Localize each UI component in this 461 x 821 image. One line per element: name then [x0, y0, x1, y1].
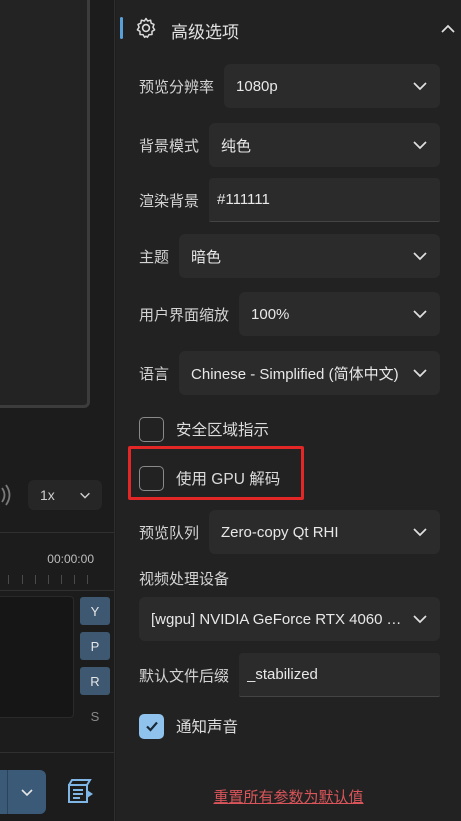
timeline-track[interactable] [0, 596, 74, 718]
notify-sound-checkbox[interactable] [139, 713, 164, 739]
channel-r-button[interactable]: R [80, 667, 110, 695]
playback-speed-select[interactable]: 1x [28, 480, 102, 510]
render-background-input[interactable]: #111111 [209, 178, 440, 222]
section-accent-bar [120, 17, 123, 39]
chevron-down-icon [413, 252, 427, 261]
preview-resolution-label: 预览分辨率 [139, 78, 215, 96]
volume-icon[interactable] [0, 482, 12, 508]
render-queue-icon[interactable] [66, 778, 94, 806]
chevron-down-icon [413, 615, 427, 624]
chevron-down-icon [413, 82, 427, 91]
background-mode-value: 纯色 [221, 137, 252, 155]
background-mode-row: 背景模式 纯色 [139, 123, 440, 167]
video-device-row: [wgpu] NVIDIA GeForce RTX 4060 Ti (Vulka… [139, 597, 440, 641]
file-suffix-row: 默认文件后缀 _stabilized [139, 653, 440, 697]
advanced-section-header[interactable]: 高级选项 [120, 16, 457, 42]
playback-speed-value: 1x [40, 487, 55, 503]
preview-pipeline-select[interactable]: Zero-copy Qt RHI [209, 510, 440, 554]
notify-sound-row[interactable]: 通知声音 [139, 713, 238, 739]
file-suffix-value: _stabilized [247, 666, 318, 683]
language-label: 语言 [139, 365, 170, 383]
chevron-down-icon [21, 789, 33, 797]
theme-value: 暗色 [191, 248, 222, 266]
safe-area-label: 安全区域指示 [176, 422, 270, 439]
section-title: 高级选项 [171, 23, 239, 42]
render-background-row: 渲染背景 #111111 [139, 178, 440, 222]
ui-scale-value: 100% [251, 305, 290, 323]
ui-scale-select[interactable]: 100% [239, 292, 440, 336]
ui-scale-row: 用户界面缩放 100% [139, 292, 440, 336]
preview-pipeline-row: 预览队列 Zero-copy Qt RHI [139, 510, 440, 554]
render-options-dropdown[interactable] [7, 770, 46, 814]
video-device-select[interactable]: [wgpu] NVIDIA GeForce RTX 4060 Ti (Vulka… [139, 597, 440, 641]
advanced-settings-panel: 高级选项 预览分辨率 1080p 背景模式 纯色 渲染背景 #111111 主题… [116, 0, 461, 821]
channel-y-button[interactable]: Y [80, 597, 110, 625]
timeline-ruler[interactable] [0, 575, 114, 585]
notify-sound-label: 通知声音 [176, 719, 239, 736]
render-background-value: #111111 [217, 191, 270, 208]
preview-pipeline-label: 预览队列 [139, 524, 200, 542]
language-select[interactable]: Chinese - Simplified (简体中文) [179, 351, 440, 395]
divider [0, 752, 114, 753]
chevron-down-icon [413, 528, 427, 537]
safe-area-row[interactable]: 安全区域指示 [139, 416, 269, 442]
ui-scale-label: 用户界面缩放 [139, 306, 230, 324]
background-mode-select[interactable]: 纯色 [209, 123, 440, 167]
gear-icon [136, 17, 156, 39]
chevron-down-icon [80, 492, 90, 499]
timeline-timecode: 00:00:00 [47, 552, 94, 566]
video-device-value: [wgpu] NVIDIA GeForce RTX 4060 Ti (Vulka… [151, 610, 440, 628]
channel-p-button[interactable]: P [80, 632, 110, 660]
safe-area-checkbox[interactable] [139, 416, 164, 442]
render-background-label: 渲染背景 [139, 192, 200, 210]
preview-resolution-row: 预览分辨率 1080p [139, 64, 440, 108]
background-mode-label: 背景模式 [139, 137, 200, 155]
file-suffix-input[interactable]: _stabilized [239, 653, 440, 697]
gpu-decode-checkbox[interactable] [139, 465, 164, 491]
left-panel: 1x 00:00:00 Y P R S [0, 0, 115, 821]
preview-resolution-select[interactable]: 1080p [224, 64, 440, 108]
theme-select[interactable]: 暗色 [179, 234, 440, 278]
gpu-decode-label: 使用 GPU 解码 [176, 471, 281, 488]
chevron-down-icon [413, 141, 427, 150]
file-suffix-label: 默认文件后缀 [139, 667, 230, 685]
divider [0, 590, 114, 591]
chevron-down-icon [413, 369, 427, 378]
video-preview[interactable] [0, 0, 90, 408]
preview-resolution-value: 1080p [236, 77, 278, 95]
channel-s-button[interactable]: S [80, 702, 110, 730]
gpu-decode-row[interactable]: 使用 GPU 解码 [139, 465, 280, 491]
reset-defaults-link[interactable]: 重置所有参数为默认值 [116, 786, 461, 807]
checkmark-icon [145, 721, 158, 732]
preview-pipeline-value: Zero-copy Qt RHI [221, 523, 339, 541]
divider [0, 532, 114, 533]
theme-row: 主题 暗色 [139, 234, 440, 278]
language-row: 语言 Chinese - Simplified (简体中文) [139, 351, 440, 395]
theme-label: 主题 [139, 248, 170, 266]
video-device-label: 视频处理设备 [139, 571, 230, 588]
chevron-down-icon [413, 310, 427, 319]
language-value: Chinese - Simplified (简体中文) [191, 365, 399, 383]
chevron-up-icon[interactable] [439, 20, 457, 38]
